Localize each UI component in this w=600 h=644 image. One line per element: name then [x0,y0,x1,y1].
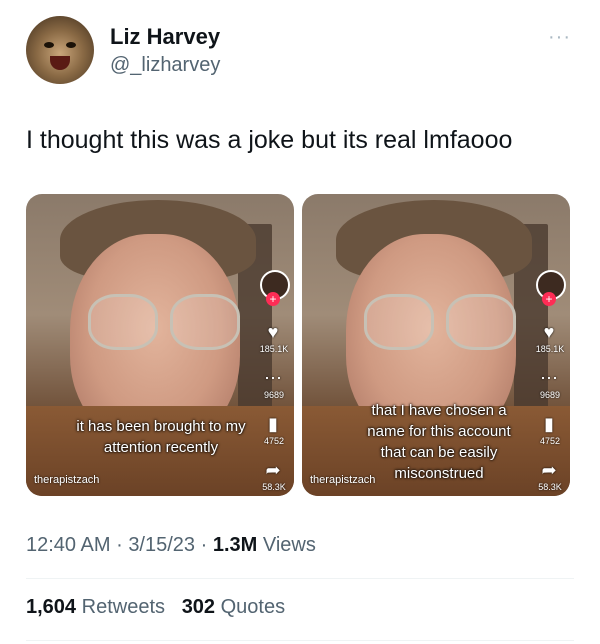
glasses-lens-right [170,294,240,350]
tweet-media-image[interactable]: + ♥ 185.1K ⋯ 9689 ▮ 4752 ➦ 58.3K it has … [26,194,294,496]
tweet-text: I thought this was a joke but its real l… [26,126,513,154]
author-avatar[interactable] [26,16,94,84]
meta-separator: · [200,534,208,556]
avatar-eye-right [66,42,76,48]
retweets-label: Retweets [81,596,165,618]
caption-line: that can be easily [380,444,498,461]
share-icon: ➦ [265,460,281,480]
author-handle[interactable]: @_lizharvey [110,54,220,77]
tweet-media-image[interactable]: + ♥ 185.1K ⋯ 9689 ▮ 4752 ➦ 58.3K that I … [302,194,570,496]
quotes-count: 302 [181,596,216,618]
like-count: 185.1K [259,344,289,354]
divider [26,640,574,641]
bookmark-icon: ▮ [544,414,554,434]
comment-count: 9689 [263,390,285,400]
comment-icon: ⋯ [540,368,558,388]
meta-separator: · [116,534,123,556]
divider [26,578,574,579]
creator-username: therapistzach [310,474,376,486]
views-count: 1.3M [212,534,258,556]
share-count: 58.3K [262,482,286,492]
caption-line: that I have chosen a [371,402,507,419]
heart-icon: ♥ [543,322,555,342]
retweets-link[interactable]: 1,604 Retweets [26,596,171,618]
share-icon: ➦ [541,460,557,480]
more-dots-icon[interactable]: ··· [548,26,571,49]
quotes-link[interactable]: 302 Quotes [182,596,285,618]
video-caption: it has been brought to my attention rece… [56,416,266,458]
tweet-date[interactable]: 3/15/23 [128,534,195,556]
follow-plus-icon: + [542,292,556,306]
creator-username: therapistzach [34,474,100,486]
glasses-lens-left [88,294,158,350]
author-name[interactable]: Liz Harvey [110,24,220,50]
tweet-stats: 1,604 Retweets 302 Quotes [26,596,285,619]
views-label: Views [262,534,316,556]
avatar-eye-left [44,42,54,48]
like-count: 185.1K [535,344,565,354]
heart-icon: ♥ [267,322,279,342]
glasses-lens-left [364,294,434,350]
caption-line: attention recently [103,439,219,456]
tweet-time[interactable]: 12:40 AM [26,534,111,556]
caption-line: name for this account [367,423,511,440]
retweets-count: 1,604 [26,596,77,618]
comment-count: 9689 [539,390,561,400]
avatar-mouth [50,56,70,70]
video-caption: that I have chosen a name for this accou… [344,400,534,484]
tweet-meta: 12:40 AM · 3/15/23 · 1.3M Views [26,534,316,557]
caption-line: it has been brought to my [76,418,246,435]
comment-icon: ⋯ [264,368,282,388]
glasses-lens-right [446,294,516,350]
quotes-label: Quotes [220,596,286,618]
follow-plus-icon: + [266,292,280,306]
